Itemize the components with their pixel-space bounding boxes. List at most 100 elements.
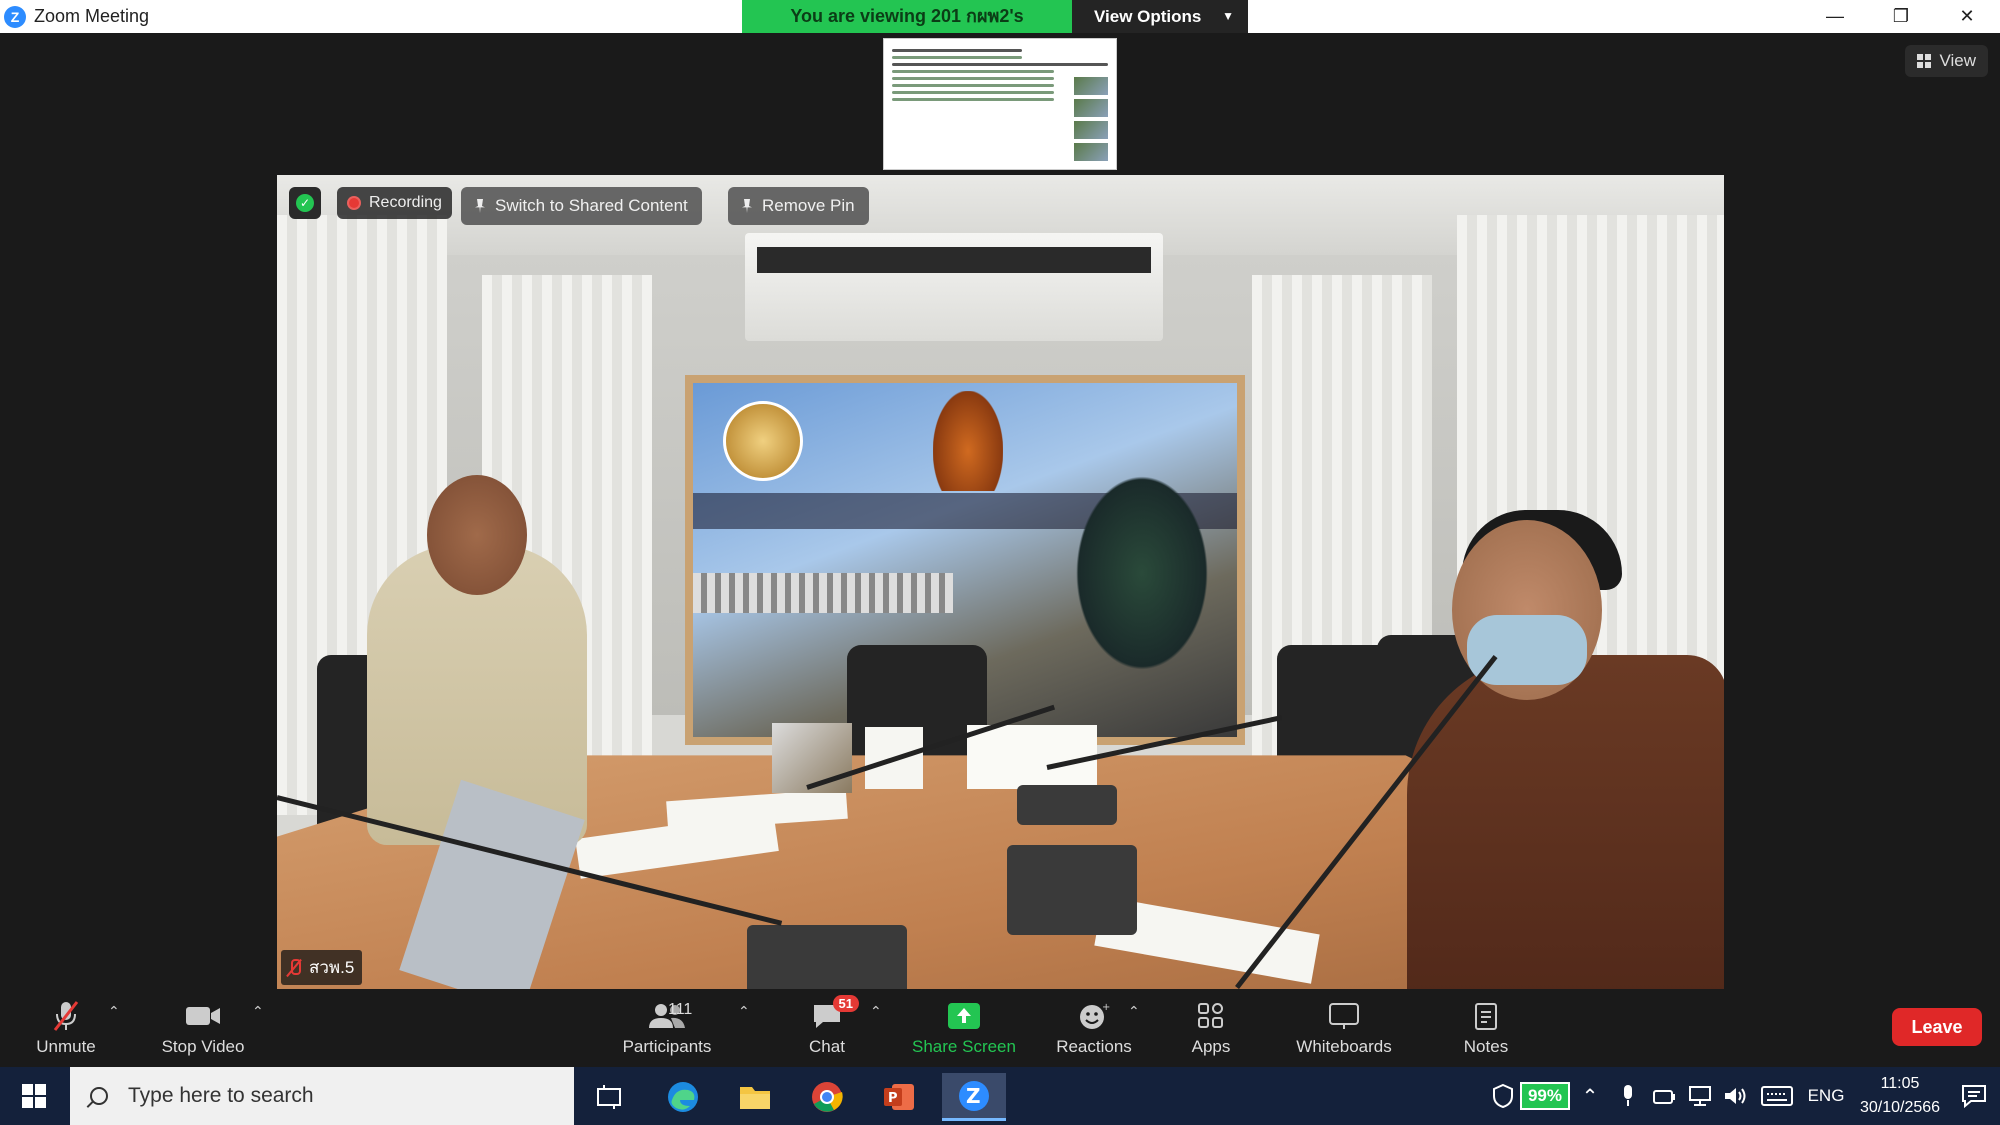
notes-label: Notes [1463, 1037, 1509, 1056]
view-button[interactable]: View [1905, 45, 1988, 77]
system-tray: 99% ⌃ ENG 11:05 30/10/2566 [1486, 1067, 2000, 1125]
microphone-base [1017, 785, 1117, 825]
reactions-label: Reactions [1056, 1037, 1132, 1056]
participants-label: Participants [622, 1037, 712, 1056]
network-icon[interactable] [1682, 1085, 1718, 1107]
leave-button[interactable]: Leave [1892, 1008, 1982, 1046]
recording-indicator[interactable]: Recording [337, 187, 452, 219]
encryption-shield[interactable]: ✓ [289, 187, 321, 219]
search-placeholder: Type here to search [128, 1084, 314, 1107]
muted-mic-icon [51, 999, 81, 1033]
chevron-up-icon[interactable]: ⌃ [1570, 1084, 1610, 1109]
thumbnail-images [1074, 77, 1108, 165]
zoom-logo-icon: Z [4, 5, 26, 28]
participants-button[interactable]: 111 Participants [612, 989, 722, 1067]
title-bar: Z Zoom Meeting You are viewing 201 กผพ2'… [0, 0, 2000, 59]
notes-button[interactable]: Notes [1456, 989, 1516, 1067]
notification-icon[interactable] [1948, 1084, 2000, 1108]
chat-label: Chat [809, 1037, 845, 1056]
battery-indicator[interactable]: 99% [1519, 1082, 1570, 1110]
windows-start-icon[interactable] [22, 1084, 46, 1108]
share-screen-button[interactable]: Share Screen [906, 989, 1022, 1067]
clock-time: 11:05 [1880, 1075, 1920, 1092]
audio-options-caret-icon[interactable]: ⌃ [108, 1003, 120, 1020]
share-screen-icon [947, 999, 981, 1033]
chat-button[interactable]: 51 Chat [790, 989, 864, 1067]
thumbnail-line [892, 91, 1054, 94]
svg-text:+: + [1102, 1002, 1110, 1013]
apps-button[interactable]: Apps [1180, 989, 1242, 1067]
participants-count: 111 [668, 1001, 693, 1018]
keyboard-icon[interactable] [1754, 1086, 1800, 1106]
remove-pin-label: Remove Pin [762, 196, 855, 215]
muted-mic-icon [287, 958, 301, 977]
task-view-icon[interactable] [580, 1073, 638, 1121]
taskbar-search[interactable]: Type here to search [70, 1067, 574, 1125]
chat-bubble-icon: 51 [811, 995, 859, 1033]
window-controls: — ❐ ✕ [1802, 0, 2000, 33]
microphone-base [1007, 845, 1137, 935]
microphone-icon[interactable] [1610, 1084, 1646, 1108]
face-mask [1467, 615, 1587, 685]
minimize-icon: — [1826, 6, 1844, 26]
whiteboard-icon [1328, 999, 1360, 1033]
video-camera-icon [185, 999, 221, 1033]
volume-icon[interactable] [1718, 1085, 1754, 1107]
view-options-button[interactable]: View Options ▼ [1072, 0, 1248, 33]
remove-pin-button[interactable]: Remove Pin [728, 187, 869, 225]
defender-shield-icon[interactable] [1486, 1083, 1520, 1109]
thumbnail-line [892, 84, 1054, 87]
doa-together-sign [967, 725, 1097, 789]
participant-name-tag: สวพ.5 [281, 950, 363, 985]
unmute-button[interactable]: Unmute [20, 989, 112, 1067]
thumbnail-line [892, 70, 1054, 73]
usb-device-icon[interactable] [1646, 1087, 1682, 1105]
minimize-button[interactable]: — [1802, 0, 1868, 33]
thumbnail-line [892, 98, 1054, 101]
share-screen-label: Share Screen [912, 1037, 1016, 1056]
apps-icon [1196, 999, 1226, 1033]
air-conditioner [745, 233, 1163, 341]
pinned-video[interactable]: ✓ Recording Switch to Shared Content Rem… [277, 175, 1724, 989]
meeting-toolbar: Unmute ⌃ Stop Video ⌃ 111 Participants ⌃… [0, 989, 2000, 1067]
svg-text:P: P [888, 1091, 898, 1106]
thumbnail-line [892, 63, 1108, 66]
viewing-text: You are viewing 201 กผพ2's screen [742, 0, 1072, 59]
switch-to-shared-content-button[interactable]: Switch to Shared Content [461, 187, 702, 225]
notes-icon [1473, 999, 1499, 1033]
reactions-button[interactable]: + Reactions [1048, 989, 1140, 1067]
apps-label: Apps [1191, 1037, 1231, 1056]
whiteboards-label: Whiteboards [1296, 1037, 1392, 1056]
edge-browser-icon[interactable] [654, 1073, 712, 1121]
seal-emblem-icon [723, 401, 803, 481]
language-indicator[interactable]: ENG [1800, 1086, 1852, 1106]
search-icon [90, 1087, 108, 1105]
windows-taskbar: Type here to search P Z 99% ⌃ ENG 11:05 … [0, 1067, 2000, 1125]
chevron-down-icon: ▼ [1222, 9, 1234, 23]
video-options-caret-icon[interactable]: ⌃ [252, 1003, 264, 1020]
grid-view-icon [1917, 54, 1932, 68]
restore-button[interactable]: ❐ [1868, 0, 1934, 33]
unmute-label: Unmute [36, 1037, 96, 1056]
monk-figure [933, 391, 1003, 491]
thumbnail-line [892, 77, 1054, 80]
close-button[interactable]: ✕ [1934, 0, 2000, 33]
participants-caret-icon[interactable]: ⌃ [738, 1003, 750, 1020]
shared-screen-thumbnail[interactable] [883, 38, 1117, 170]
reactions-caret-icon[interactable]: ⌃ [1128, 1003, 1140, 1020]
chrome-browser-icon[interactable] [798, 1073, 856, 1121]
dam-illustration [693, 573, 953, 613]
file-explorer-icon[interactable] [726, 1073, 784, 1121]
whiteboards-button[interactable]: Whiteboards [1288, 989, 1400, 1067]
chat-caret-icon[interactable]: ⌃ [870, 1003, 882, 1020]
shield-check-icon: ✓ [296, 194, 314, 212]
switch-label: Switch to Shared Content [495, 196, 688, 215]
close-icon: ✕ [1959, 6, 1975, 26]
taskbar-clock[interactable]: 11:05 30/10/2566 [1852, 1072, 1948, 1120]
zoom-app-icon[interactable]: Z [942, 1073, 1006, 1121]
stop-video-button[interactable]: Stop Video [150, 989, 256, 1067]
powerpoint-icon[interactable]: P [870, 1073, 928, 1121]
participant-name: สวพ.5 [309, 958, 355, 977]
chat-badge: 51 [832, 995, 859, 1012]
view-button-label: View [1939, 51, 1976, 70]
